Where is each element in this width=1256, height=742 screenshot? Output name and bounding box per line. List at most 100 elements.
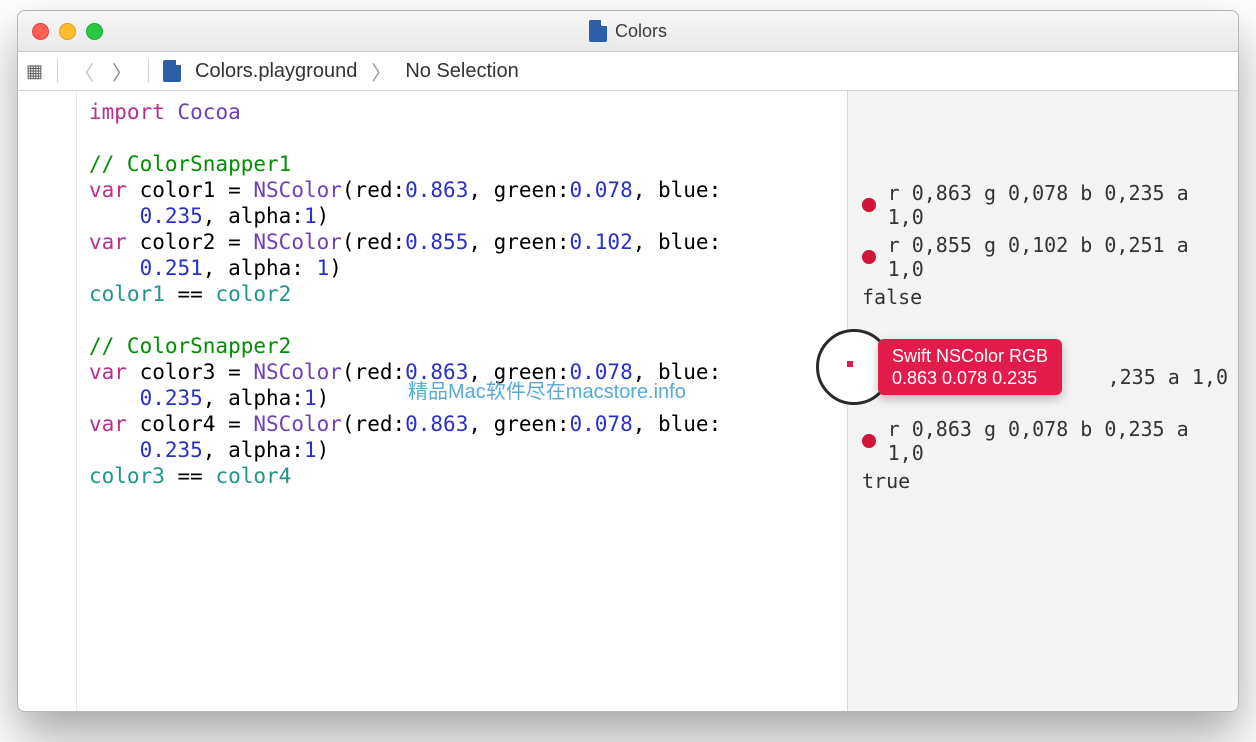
var-name: color4 bbox=[140, 412, 216, 436]
jumpbar-selection[interactable]: No Selection bbox=[405, 60, 518, 83]
result-text: r 0,855 g 0,102 b 0,251 a 1,0 bbox=[888, 233, 1228, 281]
num: 1 bbox=[304, 204, 317, 228]
xcode-window: Colors ▦ 〈 〉 Colors.playground 〉 No Sele… bbox=[17, 10, 1239, 712]
num: 1 bbox=[317, 256, 330, 280]
keyword: var bbox=[89, 412, 127, 436]
paren: ) bbox=[317, 386, 330, 410]
type: NSColor bbox=[253, 412, 342, 436]
keyword: var bbox=[89, 230, 127, 254]
results-sidebar: r 0,863 g 0,078 b 0,235 a 1,0 r 0,855 g … bbox=[847, 91, 1238, 711]
num: 0.235 bbox=[140, 438, 203, 462]
num: 0.235 bbox=[140, 386, 203, 410]
divider bbox=[148, 59, 149, 83]
editor-area: import Cocoa // ColorSnapper1 var color1… bbox=[18, 91, 1238, 711]
result-row[interactable]: false bbox=[862, 285, 1228, 309]
keyword: import bbox=[89, 100, 165, 124]
type: NSColor bbox=[253, 230, 342, 254]
document-icon bbox=[589, 20, 607, 42]
result-text: true bbox=[862, 469, 910, 493]
paren: (red: bbox=[342, 360, 405, 384]
keyword: var bbox=[89, 360, 127, 384]
result-text: r 0,863 g 0,078 b 0,235 a 1,0 bbox=[888, 417, 1228, 465]
var-name: color2 bbox=[140, 230, 216, 254]
result-row[interactable]: true bbox=[862, 469, 1228, 493]
lbl: , green: bbox=[468, 360, 569, 384]
color-swatch-icon bbox=[862, 434, 876, 448]
indent bbox=[89, 386, 140, 410]
jumpbar-file[interactable]: Colors.playground bbox=[195, 60, 357, 83]
op: == bbox=[165, 282, 216, 306]
paren: ) bbox=[329, 256, 342, 280]
result-row[interactable]: r 0,863 g 0,078 b 0,235 a 1,0 bbox=[862, 181, 1228, 229]
chevron-right-icon: 〉 bbox=[371, 57, 391, 86]
lbl: , alpha: bbox=[203, 386, 304, 410]
paren: ) bbox=[317, 438, 330, 462]
titlebar: Colors bbox=[18, 11, 1238, 52]
lbl: , blue: bbox=[633, 178, 722, 202]
indent bbox=[89, 256, 140, 280]
num: 0.078 bbox=[570, 360, 633, 384]
lbl: , blue: bbox=[633, 230, 722, 254]
type: NSColor bbox=[253, 360, 342, 384]
result-row[interactable]: r 0,863 g 0,078 b 0,235 a 1,0 bbox=[862, 417, 1228, 465]
ident: color4 bbox=[215, 464, 291, 488]
comment: // ColorSnapper1 bbox=[89, 152, 291, 176]
paren: ) bbox=[317, 204, 330, 228]
indent bbox=[89, 438, 140, 462]
lbl: , green: bbox=[468, 412, 569, 436]
indent bbox=[89, 204, 140, 228]
divider bbox=[57, 59, 58, 83]
lbl: , green: bbox=[468, 230, 569, 254]
module: Cocoa bbox=[178, 100, 241, 124]
var-name: color3 bbox=[140, 360, 216, 384]
lbl: , green: bbox=[468, 178, 569, 202]
num: 0.102 bbox=[570, 230, 633, 254]
tooltip-values: 0.863 0.078 0.235 bbox=[892, 367, 1048, 389]
paren: (red: bbox=[342, 230, 405, 254]
window-title: Colors bbox=[18, 20, 1238, 42]
type: NSColor bbox=[253, 178, 342, 202]
lbl: , alpha: bbox=[203, 256, 317, 280]
op: == bbox=[165, 464, 216, 488]
num: 0.251 bbox=[140, 256, 203, 280]
num: 0.855 bbox=[405, 230, 468, 254]
gutter bbox=[18, 91, 77, 711]
source-editor[interactable]: import Cocoa // ColorSnapper1 var color1… bbox=[77, 91, 847, 711]
result-text: false bbox=[862, 285, 922, 309]
op: = bbox=[215, 178, 253, 202]
var-name: color1 bbox=[140, 178, 216, 202]
lbl: , blue: bbox=[633, 360, 722, 384]
playground-icon bbox=[163, 60, 181, 82]
back-button[interactable]: 〈 bbox=[72, 57, 96, 86]
num: 0.863 bbox=[405, 360, 468, 384]
num: 0.078 bbox=[570, 178, 633, 202]
window-title-text: Colors bbox=[615, 21, 667, 42]
ident: color2 bbox=[215, 282, 291, 306]
num: 0.863 bbox=[405, 178, 468, 202]
color-swatch-icon bbox=[862, 250, 876, 264]
num: 0.235 bbox=[140, 204, 203, 228]
num: 1 bbox=[304, 386, 317, 410]
paren: (red: bbox=[342, 178, 405, 202]
forward-button[interactable]: 〉 bbox=[110, 57, 134, 86]
result-row[interactable]: r 0,855 g 0,102 b 0,251 a 1,0 bbox=[862, 233, 1228, 281]
comment: // ColorSnapper2 bbox=[89, 334, 291, 358]
tooltip-title: Swift NSColor RGB bbox=[892, 345, 1048, 367]
num: 1 bbox=[304, 438, 317, 462]
result-text: r 0,863 g 0,078 b 0,235 a 1,0 bbox=[888, 181, 1228, 229]
lbl: , alpha: bbox=[203, 204, 304, 228]
lbl: , alpha: bbox=[203, 438, 304, 462]
keyword: var bbox=[89, 178, 127, 202]
num: 0.078 bbox=[570, 412, 633, 436]
color-tooltip: Swift NSColor RGB 0.863 0.078 0.235 bbox=[878, 339, 1062, 395]
related-items-icon[interactable]: ▦ bbox=[26, 61, 43, 82]
paren: (red: bbox=[342, 412, 405, 436]
jumpbar: ▦ 〈 〉 Colors.playground 〉 No Selection bbox=[18, 52, 1238, 91]
ident: color1 bbox=[89, 282, 165, 306]
lbl: , blue: bbox=[633, 412, 722, 436]
result-text: ,235 a 1,0 bbox=[1108, 365, 1228, 389]
num: 0.863 bbox=[405, 412, 468, 436]
ident: color3 bbox=[89, 464, 165, 488]
color-swatch-icon bbox=[862, 198, 876, 212]
sampled-pixel-icon bbox=[847, 361, 853, 367]
